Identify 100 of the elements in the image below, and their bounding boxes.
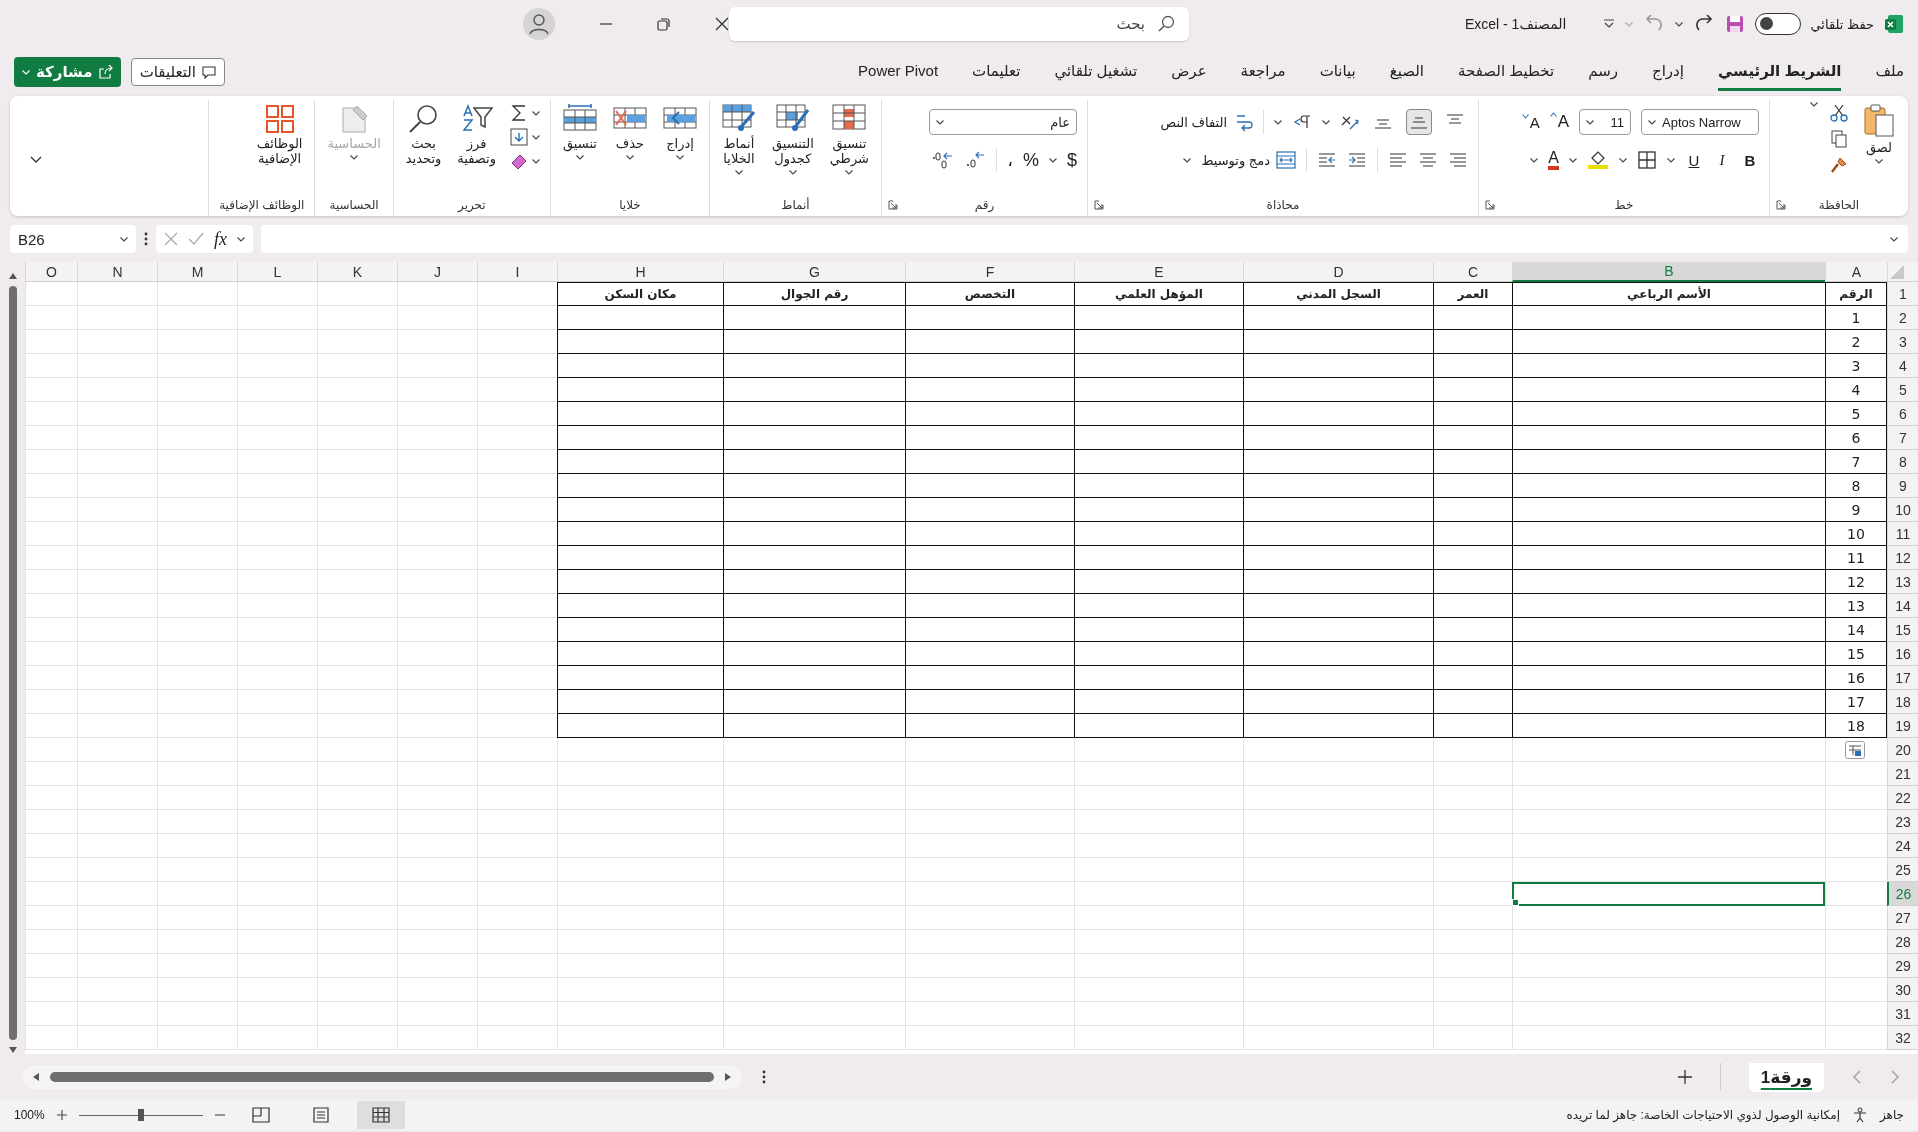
font-size-dropdown[interactable]: 11 — [1579, 109, 1631, 135]
column-header[interactable]: M — [157, 262, 237, 282]
decrease-decimal-icon[interactable] — [964, 151, 987, 169]
align-left-icon[interactable] — [1388, 152, 1408, 168]
fill-down-icon[interactable] — [509, 128, 528, 146]
fill-handle[interactable] — [1512, 899, 1519, 906]
scroll-down-icon[interactable] — [7, 1046, 18, 1054]
row-header[interactable]: 24 — [1887, 834, 1918, 858]
row-header[interactable]: 17 — [1887, 666, 1918, 690]
row-header[interactable]: 10 — [1887, 498, 1918, 522]
column-header[interactable]: I — [477, 262, 557, 282]
ribbon-tab[interactable]: تشغيل تلقائي — [1054, 53, 1138, 91]
row-header[interactable]: 23 — [1887, 810, 1918, 834]
row-header[interactable]: 12 — [1887, 546, 1918, 570]
slider-thumb[interactable] — [137, 1109, 144, 1121]
row-header[interactable]: 32 — [1887, 1026, 1918, 1050]
row-header[interactable]: 22 — [1887, 786, 1918, 810]
row-header[interactable]: 2 — [1887, 306, 1918, 330]
ribbon-button[interactable]: حذف — [610, 102, 649, 162]
row-header[interactable]: 30 — [1887, 978, 1918, 1002]
font-color-button[interactable]: A — [1548, 150, 1559, 170]
dialog-launcher-icon[interactable] — [888, 200, 898, 210]
copy-icon[interactable] — [1830, 130, 1848, 148]
scroll-right-icon[interactable] — [724, 1072, 732, 1082]
indent-icon[interactable] — [1347, 152, 1367, 168]
dialog-launcher-icon[interactable] — [1776, 200, 1786, 210]
column-header[interactable]: F — [905, 262, 1074, 282]
customize-menu-icon[interactable] — [1602, 19, 1615, 29]
row-header[interactable]: 3 — [1887, 330, 1918, 354]
ribbon-tab[interactable]: Power Pivot — [858, 54, 939, 90]
selected-cell[interactable] — [1512, 882, 1825, 906]
horizontal-scrollbar[interactable] — [22, 1065, 742, 1089]
dialog-launcher-icon[interactable] — [1094, 200, 1104, 210]
merge-center-button[interactable]: دمج وتوسيط — [1201, 151, 1296, 169]
more-options-icon[interactable] — [762, 1070, 766, 1084]
outdent-icon[interactable] — [1317, 152, 1337, 168]
checkmark-icon[interactable] — [188, 232, 204, 246]
row-header[interactable]: 29 — [1887, 954, 1918, 978]
scroll-left-icon[interactable] — [32, 1072, 40, 1082]
increase-decimal-icon[interactable] — [932, 151, 955, 169]
increase-font-size-button[interactable]: A — [1549, 112, 1569, 132]
eraser-icon[interactable] — [509, 152, 528, 170]
column-header[interactable]: J — [397, 262, 477, 282]
more-options-icon[interactable] — [144, 232, 148, 246]
name-box[interactable]: B26 — [10, 225, 136, 253]
scissors-icon[interactable] — [1830, 104, 1848, 122]
align-right-icon[interactable] — [1448, 152, 1468, 168]
row-header[interactable]: 19 — [1887, 714, 1918, 738]
paste-button[interactable]: لصق — [1860, 102, 1898, 166]
restore-icon[interactable] — [657, 17, 671, 31]
fill-bucket-icon[interactable] — [1587, 150, 1609, 170]
row-header[interactable]: 4 — [1887, 354, 1918, 378]
ribbon-tab[interactable]: بيانات — [1319, 53, 1356, 91]
ribbon-tab[interactable]: تخطيط الصفحة — [1458, 53, 1555, 91]
ribbon-button[interactable]: التنسيق كجدول — [769, 102, 816, 177]
number-format-button[interactable]: ، — [1007, 149, 1013, 171]
ribbon-button[interactable]: بحث وتحديد — [403, 102, 444, 169]
column-header[interactable]: D — [1243, 262, 1433, 282]
ribbon-tab[interactable]: إدراج — [1652, 53, 1684, 91]
column-header[interactable]: A — [1825, 262, 1887, 282]
row-header[interactable]: 15 — [1887, 618, 1918, 642]
ribbon-tab[interactable]: مراجعة — [1240, 53, 1286, 91]
row-header[interactable]: 8 — [1887, 450, 1918, 474]
ribbon-tab[interactable]: الصيغ — [1389, 53, 1425, 91]
user-avatar-icon[interactable] — [523, 8, 555, 40]
column-header[interactable]: E — [1074, 262, 1243, 282]
new-sheet-icon[interactable] — [1677, 1070, 1692, 1084]
row-header[interactable]: 18 — [1887, 690, 1918, 714]
column-header[interactable]: K — [317, 262, 397, 282]
row-header[interactable]: 26 — [1887, 882, 1918, 906]
ribbon-button[interactable]: أنماط الخلايا — [719, 102, 758, 177]
ribbon-tab[interactable]: عرض — [1171, 53, 1207, 91]
align-center-icon[interactable] — [1418, 152, 1438, 168]
accessibility-status[interactable]: إمكانية الوصول لذوي الاحتياجات الخاصة: جاهز لما تريده — [1566, 1108, 1840, 1122]
ribbon-button[interactable]: الوظائف الإضافية — [254, 102, 305, 169]
text-style-button[interactable]: U — [1685, 151, 1703, 169]
ribbon-button[interactable]: فرز وتصفية — [455, 102, 498, 169]
column-header[interactable]: G — [723, 262, 905, 282]
number-format-button[interactable]: $ — [1067, 149, 1077, 171]
zoom-in-icon[interactable] — [56, 1110, 67, 1120]
row-header[interactable]: 20 — [1887, 738, 1918, 762]
column-header[interactable]: C — [1433, 262, 1512, 282]
wrap-text-button[interactable]: التفاف النص — [1160, 112, 1253, 132]
zoom-level[interactable]: 100% — [14, 1108, 45, 1122]
insert-function-button[interactable]: fx — [214, 228, 227, 250]
ribbon-button[interactable]: تنسيق — [560, 102, 599, 162]
column-header[interactable]: O — [25, 262, 77, 282]
paragraph-direction-icon[interactable] — [1292, 114, 1312, 130]
row-header[interactable]: 5 — [1887, 378, 1918, 402]
quick-analysis-icon[interactable] — [1845, 741, 1865, 759]
number-format-dropdown[interactable]: عام — [929, 109, 1077, 135]
row-header[interactable]: 16 — [1887, 642, 1918, 666]
save-icon[interactable] — [1724, 14, 1745, 34]
decrease-font-size-button[interactable]: A — [1521, 113, 1540, 131]
row-header[interactable]: 28 — [1887, 930, 1918, 954]
sheet-tab[interactable]: ورقة1 — [1748, 1062, 1824, 1092]
view-button[interactable] — [356, 1101, 405, 1129]
comments-button[interactable]: التعليقات — [130, 58, 225, 86]
formula-input[interactable] — [261, 225, 1908, 253]
row-header[interactable]: 13 — [1887, 570, 1918, 594]
